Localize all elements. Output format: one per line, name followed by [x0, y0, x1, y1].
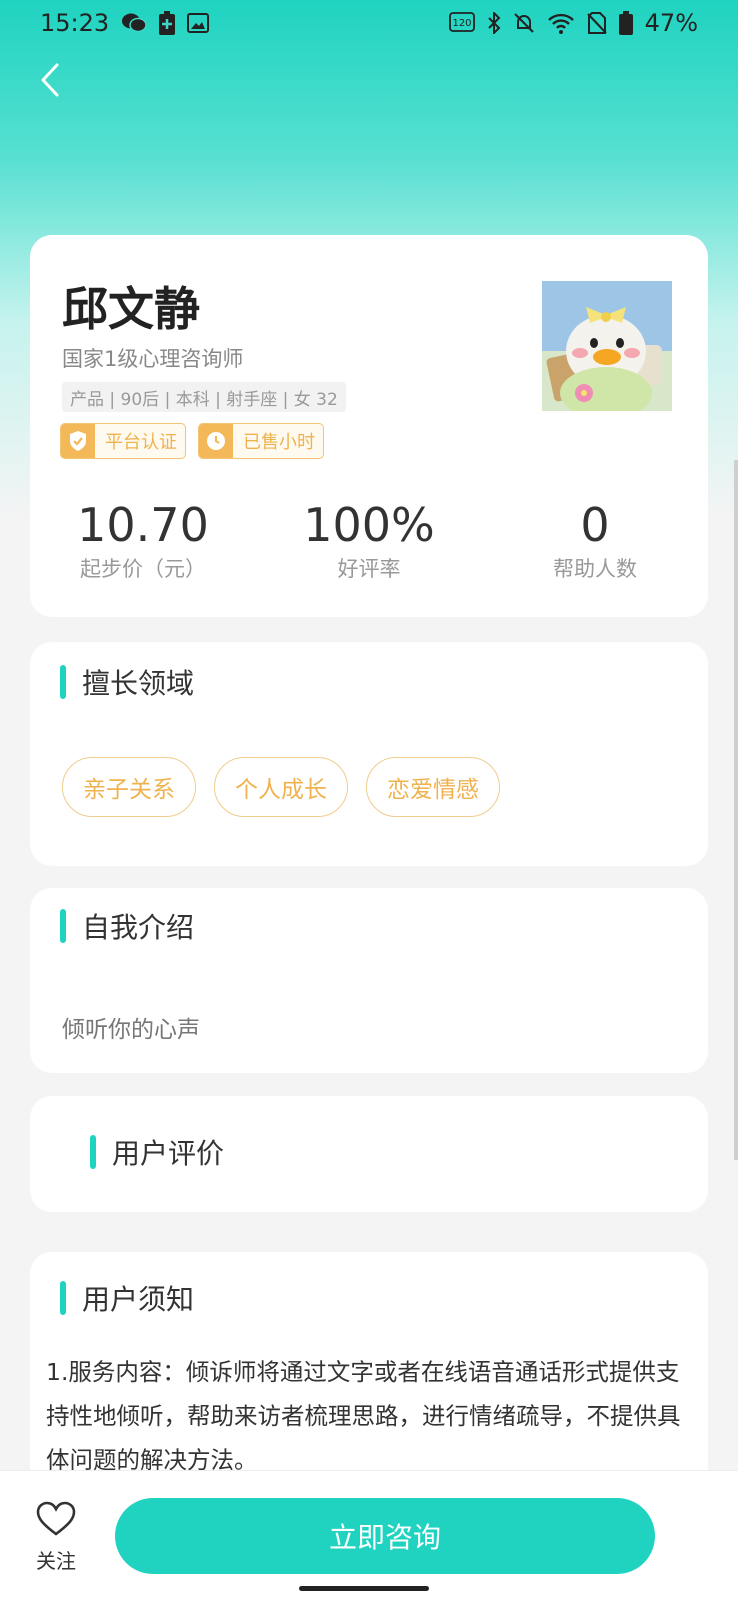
battery-icon	[618, 10, 633, 36]
skills-title: 擅长领域	[82, 667, 195, 700]
stat-helped: 0 帮助人数	[482, 497, 708, 583]
skill-chip-parenting[interactable]: 亲子关系	[62, 757, 196, 817]
stat-helped-label: 帮助人数	[553, 557, 637, 581]
follow-label: 关注	[36, 1549, 76, 1573]
section-accent-bar	[60, 909, 66, 943]
skills-header: 擅长领域	[60, 662, 194, 702]
hd-call-icon: 120	[448, 10, 475, 36]
wifi-icon	[547, 10, 575, 36]
battery-saver-icon	[159, 10, 176, 36]
intro-card: 自我介绍 倾听你的心声	[30, 888, 708, 1073]
stats-row: 10.70 起步价（元） 100% 好评率 0 帮助人数	[30, 497, 708, 583]
review-header: 用户评价	[90, 1132, 224, 1172]
bluetooth-icon	[487, 10, 501, 36]
mute-icon	[513, 10, 535, 36]
section-accent-bar	[60, 1281, 66, 1315]
skill-chip-romance[interactable]: 恋爱情感	[366, 757, 500, 817]
intro-text: 倾听你的心声	[62, 1017, 200, 1043]
review-title: 用户评价	[112, 1137, 225, 1170]
notice-header: 用户须知	[60, 1278, 194, 1318]
sold-hours-badge: 已售小时	[198, 423, 324, 459]
counselor-name: 邱文静	[62, 282, 200, 336]
skill-chips: 亲子关系 个人成长 恋爱情感	[62, 757, 500, 817]
verified-badge: 平台认证	[60, 423, 186, 459]
stat-price-label: 起步价（元）	[80, 557, 206, 581]
skills-card: 擅长领域 亲子关系 个人成长 恋爱情感	[30, 642, 708, 866]
stat-rating-label: 好评率	[337, 557, 401, 581]
section-accent-bar	[60, 665, 66, 699]
counselor-title: 国家1级心理咨询师	[62, 347, 244, 371]
intro-header: 自我介绍	[60, 906, 194, 946]
heart-icon	[36, 1501, 76, 1536]
review-card[interactable]: 用户评价	[30, 1096, 708, 1212]
badge-row: 平台认证 已售小时	[60, 423, 324, 459]
intro-title: 自我介绍	[82, 911, 195, 944]
profile-card: 邱文静 国家1级心理咨询师 产品 | 90后 | 本科 | 射手座 | 女 32…	[30, 235, 708, 617]
clock-icon	[199, 424, 233, 458]
svg-text:120: 120	[452, 18, 471, 29]
bottom-action-bar: 关注 立即咨询	[0, 1470, 738, 1600]
section-accent-bar	[90, 1135, 96, 1169]
shield-check-icon	[61, 424, 95, 458]
wechat-icon	[121, 10, 147, 36]
avatar[interactable]	[542, 281, 672, 411]
status-time: 15:23	[40, 9, 110, 37]
gallery-icon	[187, 10, 210, 36]
status-bar: 15:23 120 47%	[0, 0, 738, 46]
skill-chip-growth[interactable]: 个人成长	[214, 757, 348, 817]
stat-price: 10.70 起步价（元）	[30, 497, 256, 583]
stat-helped-value: 0	[580, 498, 610, 552]
sold-hours-badge-label: 已售小时	[243, 432, 315, 453]
chevron-left-icon	[41, 63, 59, 97]
home-indicator[interactable]	[299, 1586, 429, 1591]
notice-text: 1.服务内容：倾诉师将通过文字或者在线语音通话形式提供支持性地倾听，帮助来访者梳…	[46, 1358, 681, 1474]
verified-badge-label: 平台认证	[105, 432, 177, 453]
notice-title: 用户须知	[82, 1283, 195, 1316]
follow-button[interactable]: 关注	[28, 1501, 84, 1574]
battery-level: 47%	[644, 9, 698, 37]
scrollbar[interactable]	[734, 460, 738, 1160]
back-button[interactable]	[28, 58, 72, 102]
stat-price-value: 10.70	[77, 498, 209, 552]
consult-now-button[interactable]: 立即咨询	[115, 1498, 655, 1574]
stat-rating-value: 100%	[303, 498, 435, 552]
counselor-meta: 产品 | 90后 | 本科 | 射手座 | 女 32	[62, 382, 346, 412]
stat-rating: 100% 好评率	[256, 497, 482, 583]
no-sim-icon	[586, 10, 607, 36]
